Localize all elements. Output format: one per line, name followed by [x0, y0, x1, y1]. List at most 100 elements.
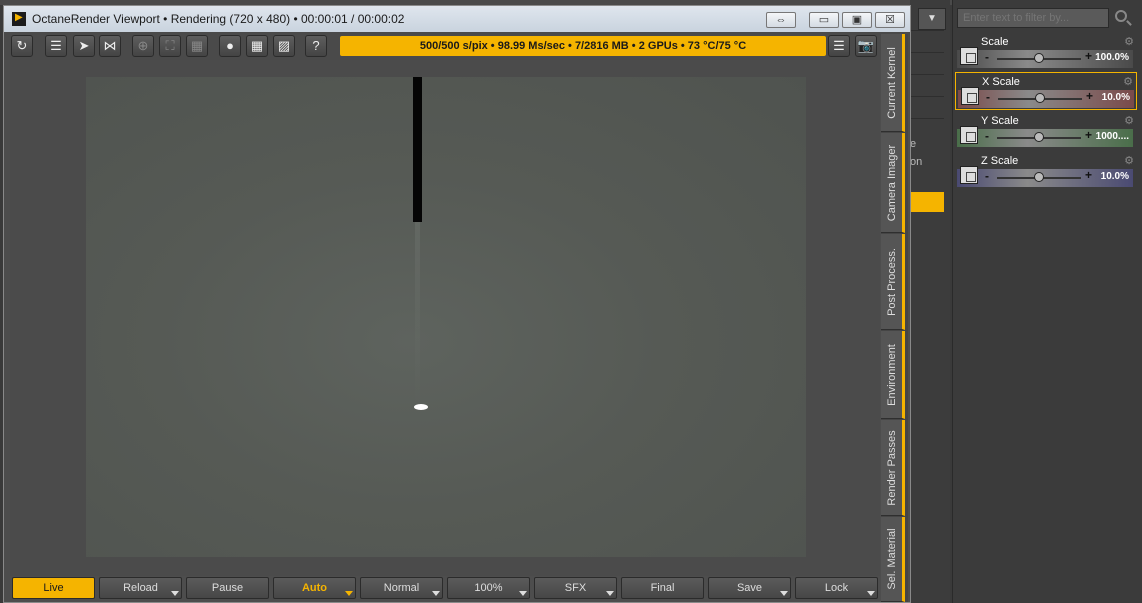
camera-icon[interactable]: 📷 [855, 35, 877, 57]
increment-button[interactable]: + [1086, 89, 1093, 103]
host-row[interactable] [910, 96, 944, 119]
param-type-icon[interactable] [960, 47, 978, 65]
decrement-button[interactable]: - [985, 129, 989, 143]
zoom-button[interactable]: 100% [447, 577, 530, 599]
octane-viewport-window: OctaneRender Viewport • Rendering (720 x… [3, 5, 911, 603]
param-label: Z Scale [981, 155, 1019, 167]
live-button[interactable]: Live [12, 577, 95, 599]
maximize-button[interactable]: ▣ [842, 12, 872, 28]
param-row-x-scale[interactable]: X Scale ⚙ - +10.0% [955, 72, 1137, 110]
param-slider-bar[interactable]: - +1000.... [957, 126, 1133, 147]
region-grid-icon[interactable]: ▦ [186, 35, 208, 57]
chevron-down-icon[interactable] [345, 591, 353, 596]
param-value[interactable]: 10.0% [1101, 171, 1129, 182]
tab-camera-imager[interactable]: Camera Imager [881, 133, 905, 233]
gear-icon[interactable]: ⚙ [1124, 154, 1134, 167]
reload-label: Reload [123, 582, 158, 594]
param-label: Scale [981, 36, 1009, 48]
normal-button[interactable]: Normal [360, 577, 443, 599]
host-row[interactable] [910, 52, 944, 75]
fit-icon[interactable]: ⛶ [159, 35, 181, 57]
grid-icon[interactable]: ▦ [246, 35, 268, 57]
save-button[interactable]: Save [708, 577, 791, 599]
list-icon[interactable]: ☰ [828, 35, 850, 57]
decrement-button[interactable]: - [985, 50, 989, 64]
viewport-toolbar: ↻ ☰ ➤ ⋈ ⊕ ⛶ ▦ ● ▦ ▨ ? 500/500 s/pix • 98… [4, 32, 910, 60]
octane-app-icon [12, 12, 26, 26]
tab-label: Render Passes [885, 429, 898, 506]
slider-knob[interactable] [1034, 53, 1044, 63]
param-row-y-scale[interactable]: Y Scale ⚙ - +1000.... [955, 112, 1137, 150]
gear-icon[interactable]: ⚙ [1124, 114, 1134, 127]
param-row-z-scale[interactable]: Z Scale ⚙ - +10.0% [955, 152, 1137, 190]
increment-button[interactable]: + [1085, 128, 1092, 142]
param-type-icon[interactable] [961, 87, 979, 105]
host-row[interactable] [910, 30, 944, 53]
chevron-down-icon[interactable] [432, 591, 440, 596]
chevron-down-icon[interactable] [606, 591, 614, 596]
param-label: Y Scale [981, 115, 1019, 127]
sfx-label: SFX [564, 582, 587, 594]
save-label: Save [736, 582, 763, 594]
pause-button[interactable]: Pause [186, 577, 269, 599]
title-bar[interactable]: OctaneRender Viewport • Rendering (720 x… [4, 6, 910, 32]
param-slider-bar[interactable]: - +10.0% [957, 166, 1133, 187]
param-row-scale[interactable]: Scale ⚙ - +100.0% [955, 33, 1137, 71]
auto-button[interactable]: Auto [273, 577, 356, 599]
lock-button[interactable]: Lock [795, 577, 878, 599]
reload-button[interactable]: Reload [99, 577, 182, 599]
param-value[interactable]: 100.0% [1095, 52, 1129, 63]
gear-icon[interactable]: ⚙ [1124, 35, 1134, 48]
decrement-button[interactable]: - [985, 169, 989, 183]
host-selected-row[interactable] [910, 192, 944, 212]
target-icon[interactable]: ⊕ [132, 35, 154, 57]
param-slider-bar[interactable]: - +100.0% [957, 47, 1133, 68]
restore-size-button[interactable]: ⇔ [766, 12, 796, 28]
tab-render-passes[interactable]: Render Passes [881, 420, 905, 516]
help-icon[interactable]: ? [305, 35, 327, 57]
host-dropdown-button[interactable]: ▼ [918, 8, 946, 30]
gear-icon[interactable]: ⚙ [1123, 75, 1133, 88]
sfx-button[interactable]: SFX [534, 577, 617, 599]
param-type-icon[interactable] [960, 166, 978, 184]
host-text-fragment: on [910, 156, 923, 168]
reset-icon[interactable]: ↻ [11, 35, 33, 57]
slider-knob[interactable] [1034, 132, 1044, 142]
final-button[interactable]: Final [621, 577, 704, 599]
close-button[interactable]: ☒ [875, 12, 905, 28]
chevron-down-icon[interactable] [780, 591, 788, 596]
tab-current-kernel[interactable]: Current Kernel [881, 34, 905, 132]
param-value[interactable]: 1000.... [1096, 131, 1129, 142]
slider-knob[interactable] [1035, 93, 1045, 103]
tab-environment[interactable]: Environment [881, 331, 905, 419]
export-icon[interactable]: ➤ [73, 35, 95, 57]
scene-icon[interactable]: ☰ [45, 35, 67, 57]
tab-post-process[interactable]: Post Process. [881, 234, 905, 330]
slider-knob[interactable] [1034, 172, 1044, 182]
param-slider-bar[interactable]: - +10.0% [958, 87, 1134, 108]
chevron-down-icon[interactable] [171, 591, 179, 596]
bottom-bar: Live Reload Pause Auto Normal 100% SFX F… [10, 576, 880, 602]
decrement-button[interactable]: - [986, 90, 990, 104]
param-value[interactable]: 10.0% [1102, 92, 1130, 103]
minimize-button[interactable]: ▭ [809, 12, 839, 28]
increment-button[interactable]: + [1085, 168, 1092, 182]
host-row[interactable] [910, 74, 944, 97]
record-icon[interactable]: ● [219, 35, 241, 57]
zoom-label: 100% [474, 582, 503, 594]
host-app-column: ▼ e on [910, 0, 950, 603]
chevron-down-icon[interactable] [867, 591, 875, 596]
tab-sel-material[interactable]: Sel. Material [881, 517, 905, 602]
filter-input[interactable] [957, 8, 1109, 28]
picture-icon[interactable]: ▨ [273, 35, 295, 57]
param-type-icon[interactable] [960, 126, 978, 144]
search-icon[interactable] [1115, 10, 1127, 22]
lock-label: Lock [824, 582, 849, 594]
render-image[interactable] [86, 77, 806, 557]
share-icon[interactable]: ⋈ [99, 35, 121, 57]
tab-label: Post Process. [885, 247, 898, 316]
render-status-bar: 500/500 s/pix • 98.99 Ms/sec • 7/2816 MB… [340, 36, 826, 56]
increment-button[interactable]: + [1085, 49, 1092, 63]
chevron-down-icon[interactable] [519, 591, 527, 596]
render-light-spot [414, 404, 428, 410]
